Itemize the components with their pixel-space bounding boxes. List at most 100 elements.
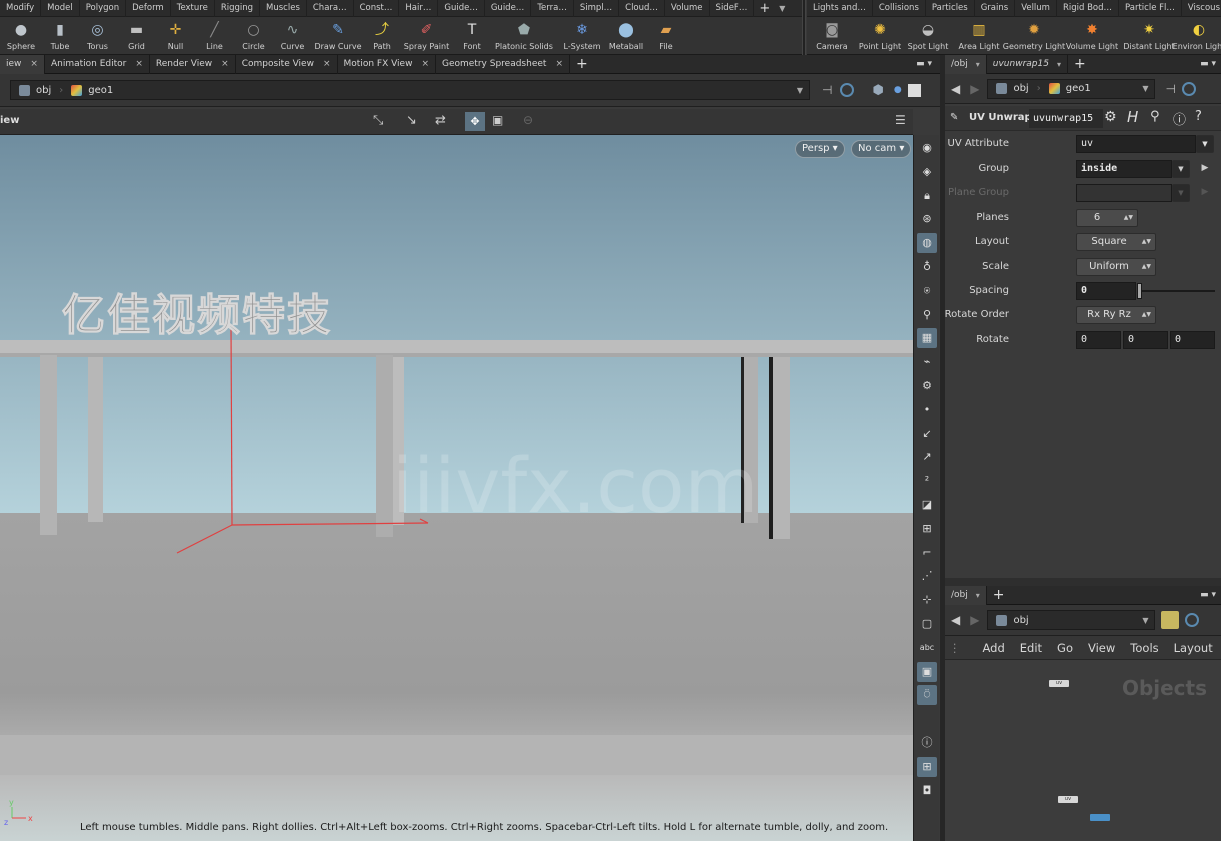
select-mode-icon[interactable]: ✥: [465, 112, 485, 131]
network-path-field[interactable]: obj ▼: [987, 610, 1156, 630]
pin-icon[interactable]: ⊣: [1165, 82, 1175, 96]
shelf-tab-shelf_tabs_left-0[interactable]: Modify: [0, 0, 42, 17]
rotate-field-0[interactable]: 0: [1076, 331, 1121, 349]
path-dropdown-icon[interactable]: ▼: [797, 86, 809, 95]
param-path-field[interactable]: obj › geo1 ▼: [987, 78, 1156, 99]
handle-tool-icon[interactable]: ⤡: [373, 113, 383, 128]
point-number-icon[interactable]: ²: [917, 471, 937, 491]
tool-curve[interactable]: ∿ Curve: [273, 17, 312, 55]
forward-arrow-icon[interactable]: ▶: [970, 82, 979, 96]
close-icon[interactable]: ×: [555, 59, 563, 69]
viewer-tab-0[interactable]: iew ×: [0, 54, 45, 74]
network-node[interactable]: uv: [1049, 680, 1069, 687]
shelf-tab-shelf_tabs_right-0[interactable]: Lights and…: [807, 0, 873, 17]
planes-stepper[interactable]: 6 ▲▼: [1076, 209, 1138, 227]
network-menu-layout[interactable]: Layout: [1174, 641, 1213, 655]
backface-icon[interactable]: ⌁: [917, 352, 937, 372]
link-icon[interactable]: [840, 83, 855, 97]
path-crumb-obj[interactable]: obj: [11, 81, 59, 99]
param-crumb-geo[interactable]: geo1: [1041, 80, 1099, 98]
plane-group-field[interactable]: [1076, 184, 1172, 202]
link-icon[interactable]: [1185, 613, 1200, 627]
grid-snap-icon[interactable]: ⋰: [917, 566, 937, 586]
tool-path[interactable]: ⤴ Path: [364, 17, 400, 55]
network-menu-edit[interactable]: Edit: [1020, 641, 1042, 655]
tool-point-light[interactable]: ✺ Point Light: [857, 17, 903, 55]
shelf-tab-shelf_tabs_right-1[interactable]: Collisions: [873, 0, 926, 17]
shelf-tab-shelf_tabs_left-10[interactable]: Guide…: [438, 0, 485, 17]
tool-file[interactable]: ▰ File: [645, 17, 687, 55]
shelf-tab-shelf_tabs_left-11[interactable]: Guide…: [485, 0, 532, 17]
tool-draw-curve[interactable]: ✎ Draw Curve: [312, 17, 364, 55]
shelf-tab-shelf_tabs_right-7[interactable]: Viscous Fl…: [1182, 0, 1221, 17]
viewer-options-icon[interactable]: ⬢: [872, 83, 883, 98]
help-icon[interactable]: ?: [1195, 109, 1202, 124]
rotate-order-menu[interactable]: Rx Ry Rz ▲▼: [1076, 306, 1156, 324]
back-arrow-icon[interactable]: ◀: [951, 613, 960, 627]
houdini-h-icon[interactable]: H: [1127, 108, 1138, 126]
tool-volume-light[interactable]: ✸ Volume Light: [1063, 17, 1121, 55]
close-icon[interactable]: ×: [221, 59, 229, 69]
param-crumb-obj[interactable]: obj: [988, 80, 1036, 98]
forward-arrow-icon[interactable]: ▶: [970, 613, 979, 627]
select-arrow-icon[interactable]: ▶: [1196, 184, 1214, 202]
label-text-icon[interactable]: abc: [917, 638, 937, 658]
tool-l-system[interactable]: ❄ L-System: [557, 17, 607, 55]
snap-tool-icon[interactable]: ↘: [406, 113, 417, 128]
shelf-tab-shelf_tabs_left-14[interactable]: Cloud…: [619, 0, 665, 17]
hull-icon[interactable]: ◪: [917, 495, 937, 515]
add-tab-icon[interactable]: +: [987, 587, 1011, 603]
disabled-tool-icon[interactable]: ⊖: [523, 113, 533, 127]
tool-distant-light[interactable]: ✷ Distant Light: [1121, 17, 1177, 55]
stepper-arrows-icon[interactable]: ▲▼: [1124, 210, 1133, 226]
pane-menu-icon[interactable]: ▬ ▾: [916, 59, 940, 69]
box-select-icon[interactable]: ▣: [492, 113, 503, 127]
network-menu-view[interactable]: View: [1088, 641, 1115, 655]
shelf-divider[interactable]: [802, 0, 806, 55]
shelf-tab-shelf_tabs_right-3[interactable]: Grains: [975, 0, 1016, 17]
select-arrow-icon[interactable]: ▶: [1196, 160, 1214, 178]
back-arrow-icon[interactable]: ◀: [951, 82, 960, 96]
search-icon[interactable]: ⚲: [1150, 109, 1160, 124]
add-shelf-tab-icon[interactable]: +: [754, 0, 775, 17]
tool-metaball[interactable]: ⬤ Metaball: [607, 17, 645, 55]
path-crumb-geo[interactable]: geo1: [63, 81, 121, 99]
param-tab-1[interactable]: uvunwrap15 ▾: [987, 54, 1068, 74]
path-dropdown-icon[interactable]: ▼: [1142, 84, 1154, 93]
pane-menu-icon[interactable]: ▬ ▾: [1200, 59, 1221, 69]
stepper-arrows-icon[interactable]: ▲▼: [1142, 307, 1151, 323]
chevron-down-icon[interactable]: ▾: [976, 591, 980, 600]
close-icon[interactable]: ×: [323, 59, 331, 69]
shelf-tab-shelf_tabs_left-4[interactable]: Texture: [171, 0, 215, 17]
chevron-down-icon[interactable]: ▾: [1057, 60, 1061, 69]
snapshot-icon[interactable]: ◘: [917, 781, 937, 801]
add-tab-icon[interactable]: +: [570, 56, 594, 72]
network-crumb-obj[interactable]: obj: [988, 611, 1036, 629]
add-tab-icon[interactable]: +: [1068, 56, 1092, 72]
tool-circle[interactable]: ○ Circle: [234, 17, 273, 55]
rotate-field-2[interactable]: 0: [1170, 331, 1215, 349]
shelf-tab-shelf_tabs_left-15[interactable]: Volume: [665, 0, 710, 17]
tool-font[interactable]: T Font: [453, 17, 491, 55]
rotate-field-1[interactable]: 0: [1123, 331, 1168, 349]
tool-tube[interactable]: ▮ Tube: [42, 17, 78, 55]
shelf-menu-icon[interactable]: ▼: [775, 0, 789, 17]
node-name-field[interactable]: uvunwrap15: [1029, 109, 1103, 128]
tool-geometry-light[interactable]: ✹ Geometry Light: [1003, 17, 1065, 55]
chevron-down-icon[interactable]: ▼: [1172, 184, 1190, 202]
chevron-down-icon[interactable]: ▼: [1172, 160, 1190, 178]
link-icon[interactable]: [1181, 81, 1196, 96]
network-editor[interactable]: Objects uv uv: [945, 660, 1221, 841]
viewer-tab-5[interactable]: Geometry Spreadsheet ×: [436, 54, 570, 74]
spacing-slider-handle[interactable]: [1137, 283, 1142, 299]
quad-view-icon[interactable]: ⊞: [917, 757, 937, 778]
viewer-tab-2[interactable]: Render View ×: [150, 54, 236, 74]
3d-viewport[interactable]: 亿佳视频特技 iiivfx.com y x z Left mouse tumbl…: [0, 135, 913, 841]
tool-area-light[interactable]: ▥ Area Light: [953, 17, 1005, 55]
close-icon[interactable]: ×: [135, 59, 143, 69]
tool-sphere[interactable]: ● Sphere: [0, 17, 42, 55]
stepper-arrows-icon[interactable]: ▲▼: [1142, 234, 1151, 250]
shelf-tab-shelf_tabs_left-5[interactable]: Rigging: [215, 0, 261, 17]
background-image-icon[interactable]: ▣: [917, 661, 937, 682]
tool-torus[interactable]: ◎ Torus: [78, 17, 117, 55]
